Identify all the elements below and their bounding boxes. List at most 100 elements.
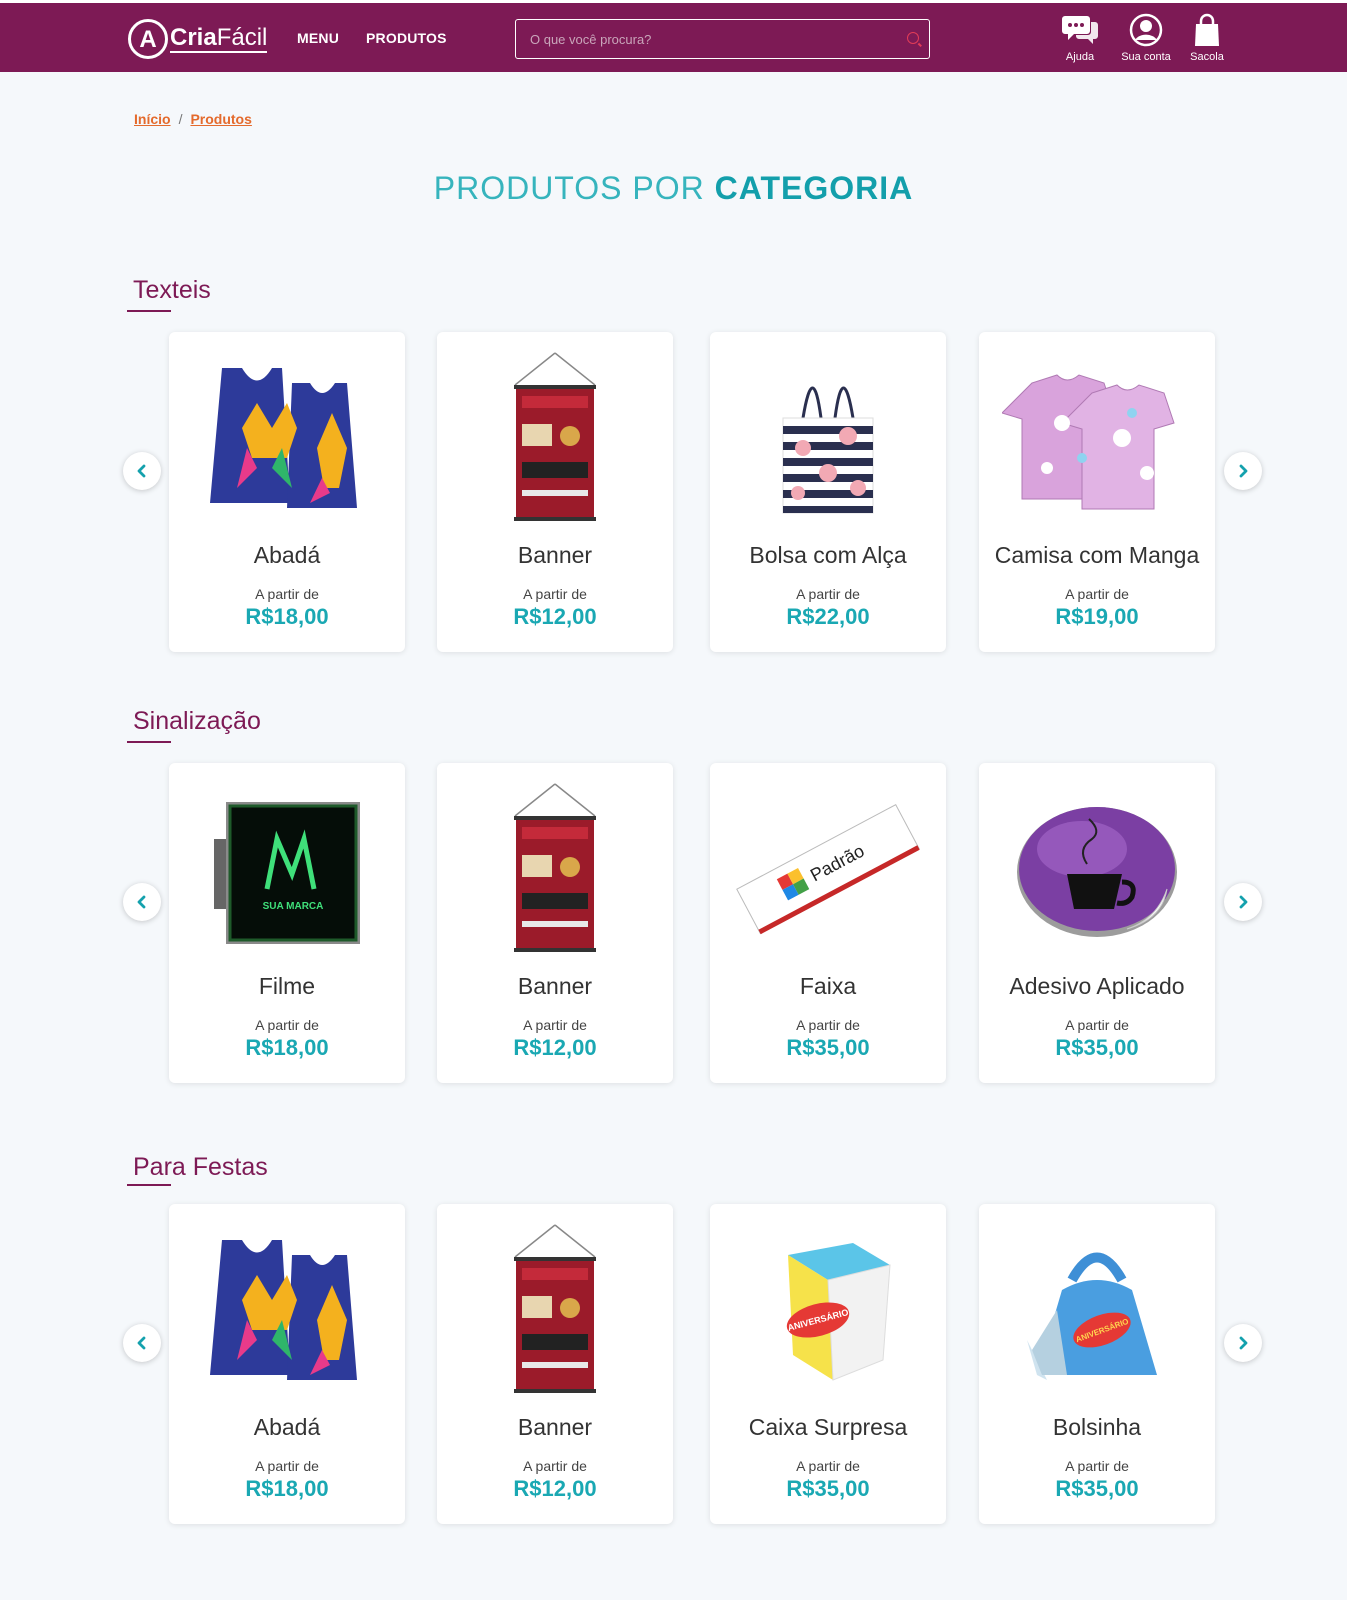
product-name: Bolsinha — [1052, 1414, 1142, 1440]
carousel-next-button[interactable] — [1224, 452, 1262, 490]
product-price: R$19,00 — [1055, 604, 1139, 629]
logo-text: CriaFácil — [170, 23, 268, 53]
header-bag-label: Sacola — [1190, 51, 1224, 63]
product-price: R$35,00 — [1055, 1476, 1139, 1501]
sticker-image — [997, 781, 1197, 956]
chevron-left-icon — [137, 1336, 146, 1350]
category-underline — [127, 741, 171, 743]
logo-text-bold: Cria — [170, 23, 217, 51]
breadcrumb: Início / Produtos — [134, 111, 252, 127]
svg-text:SUA MARCA: SUA MARCA — [263, 901, 324, 912]
banner-image — [455, 350, 655, 525]
search-icon[interactable] — [907, 32, 919, 44]
product-card[interactable]: SUA MARCA Filme A partir de R$18,00 — [169, 763, 405, 1083]
product-name: Filme — [258, 973, 316, 999]
search-box — [515, 19, 930, 59]
product-name: Abadá — [253, 542, 321, 568]
product-card[interactable]: Banner A partir de R$12,00 — [437, 1204, 673, 1524]
product-card[interactable]: Banner A partir de R$12,00 — [437, 332, 673, 652]
search-input[interactable] — [516, 20, 929, 58]
abada-image — [187, 1222, 387, 1397]
product-from-label: A partir de — [796, 586, 860, 602]
category-underline — [127, 1184, 171, 1186]
product-price: R$12,00 — [513, 1035, 597, 1060]
product-card[interactable]: ANIVERSÁRIO Caixa Surpresa A partir de R… — [710, 1204, 946, 1524]
product-card[interactable]: Banner A partir de R$12,00 — [437, 763, 673, 1083]
banner-image — [455, 1222, 655, 1397]
breadcrumb-separator: / — [178, 111, 183, 127]
product-from-label: A partir de — [1065, 586, 1129, 602]
logo-letter: A — [139, 26, 157, 53]
product-from-label: A partir de — [523, 586, 587, 602]
bag-image — [728, 350, 928, 525]
chevron-left-icon — [137, 464, 146, 478]
product-name: Banner — [517, 1414, 593, 1440]
product-price: R$18,00 — [245, 604, 329, 629]
shirt-image — [997, 350, 1197, 525]
chevron-right-icon — [1239, 464, 1248, 478]
page-title-bold: CATEGORIA — [714, 170, 914, 206]
product-card[interactable]: Padrão Faixa A partir de R$35,00 — [710, 763, 946, 1083]
top-header: A CriaFácil MENU PRODUTOS Ajuda Sua cont… — [0, 0, 1347, 72]
header-help-label: Ajuda — [1065, 51, 1095, 63]
carousel-prev-button[interactable] — [123, 1324, 161, 1362]
chevron-right-icon — [1239, 895, 1248, 909]
product-price: R$12,00 — [513, 604, 597, 629]
product-from-label: A partir de — [523, 1017, 587, 1033]
product-price: R$18,00 — [245, 1476, 329, 1501]
chevron-left-icon — [137, 895, 146, 909]
product-card[interactable]: Abadá A partir de R$18,00 — [169, 1204, 405, 1524]
backlight-image: SUA MARCA — [187, 781, 387, 956]
product-name: Abadá — [253, 1414, 321, 1440]
category-title: Texteis — [133, 276, 211, 304]
logo-text-light: Fácil — [216, 23, 268, 51]
nav-produtos[interactable]: PRODUTOS — [366, 30, 447, 46]
product-from-label: A partir de — [255, 586, 319, 602]
product-price: R$35,00 — [1055, 1035, 1139, 1060]
product-from-label: A partir de — [523, 1458, 587, 1474]
abada-image — [187, 350, 387, 525]
product-price: R$18,00 — [245, 1035, 329, 1060]
product-card[interactable]: ANIVERSÁRIO Bolsinha A partir de R$35,00 — [979, 1204, 1215, 1524]
category-underline — [127, 310, 171, 312]
page-title: PRODUTOS POR CATEGORIA — [0, 170, 1347, 207]
product-card[interactable]: Bolsa com Alça A partir de R$22,00 — [710, 332, 946, 652]
product-name: Faixa — [799, 973, 857, 999]
chevron-right-icon — [1239, 1336, 1248, 1350]
product-name: Caixa Surpresa — [748, 1414, 908, 1440]
banner-image — [455, 781, 655, 956]
nav-menu[interactable]: MENU — [297, 30, 339, 46]
header-help[interactable]: Ajuda — [1058, 11, 1102, 63]
product-from-label: A partir de — [255, 1017, 319, 1033]
logo[interactable]: A CriaFácil — [128, 17, 268, 61]
carousel-prev-button[interactable] — [123, 452, 161, 490]
logo-mark-icon: A — [128, 19, 168, 59]
product-price: R$12,00 — [513, 1476, 597, 1501]
carousel-next-button[interactable] — [1224, 1324, 1262, 1362]
faixa-image: Padrão — [728, 781, 928, 956]
product-card[interactable]: Camisa com Manga A partir de R$19,00 — [979, 332, 1215, 652]
party-bag-image: ANIVERSÁRIO — [997, 1222, 1197, 1397]
header-account[interactable]: Sua conta — [1116, 11, 1176, 63]
carousel-next-button[interactable] — [1224, 883, 1262, 921]
shopping-bag-icon — [1186, 11, 1228, 47]
chat-bubbles-icon — [1058, 11, 1102, 47]
product-price: R$22,00 — [786, 604, 870, 629]
breadcrumb-produtos[interactable]: Produtos — [190, 111, 251, 127]
product-name: Bolsa com Alça — [749, 542, 907, 568]
product-name: Camisa com Manga — [994, 542, 1200, 568]
product-from-label: A partir de — [255, 1458, 319, 1474]
breadcrumb-inicio[interactable]: Início — [134, 111, 171, 127]
product-price: R$35,00 — [786, 1476, 870, 1501]
user-circle-icon — [1116, 11, 1176, 47]
product-card[interactable]: Abadá A partir de R$18,00 — [169, 332, 405, 652]
product-card[interactable]: Adesivo Aplicado A partir de R$35,00 — [979, 763, 1215, 1083]
gift-box-image: ANIVERSÁRIO — [728, 1222, 928, 1397]
header-bag[interactable]: Sacola — [1186, 11, 1228, 63]
carousel-prev-button[interactable] — [123, 883, 161, 921]
category-title: Para Festas — [133, 1153, 268, 1181]
product-from-label: A partir de — [796, 1017, 860, 1033]
category-title: Sinalização — [133, 707, 261, 735]
header-account-label: Sua conta — [1121, 51, 1171, 63]
product-price: R$35,00 — [786, 1035, 870, 1060]
